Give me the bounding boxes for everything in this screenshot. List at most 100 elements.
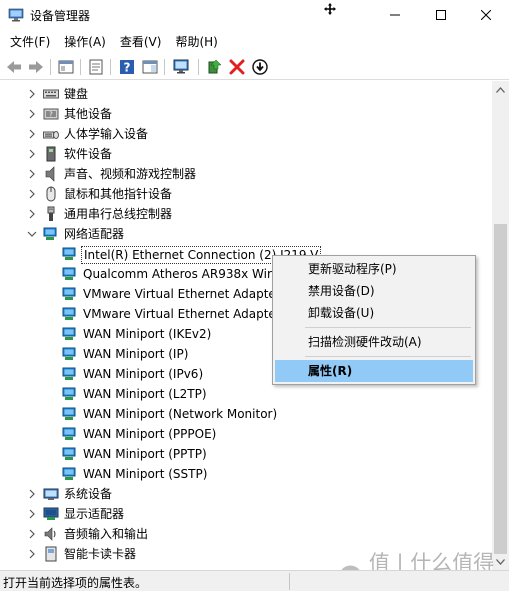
expand-chevron-icon[interactable] bbox=[27, 509, 37, 519]
tree-category-label: 网络适配器 bbox=[64, 227, 125, 241]
software-device-icon bbox=[43, 146, 59, 162]
tree-category-other-devices[interactable]: ? 其他设备 bbox=[0, 104, 492, 124]
smart-card-icon bbox=[43, 546, 59, 562]
tree-device[interactable]: WAN Miniport (PPTP) bbox=[0, 444, 492, 464]
disable-device-menu-item[interactable]: 禁用设备(D) bbox=[275, 280, 473, 302]
tree-device[interactable]: WAN Miniport (Network Monitor) bbox=[0, 404, 492, 424]
help-button[interactable]: ? bbox=[117, 57, 137, 77]
tree-category-label: 鼠标和其他指针设备 bbox=[64, 187, 173, 201]
tree-category-sound[interactable]: 声音、视频和游戏控制器 bbox=[0, 164, 492, 184]
menu-bar: 文件(F) 操作(A) 查看(V) 帮助(H) bbox=[0, 30, 509, 54]
update-driver-icon bbox=[208, 59, 222, 74]
maximize-button[interactable] bbox=[418, 0, 464, 30]
menu-view[interactable]: 查看(V) bbox=[113, 30, 169, 54]
mouse-icon bbox=[43, 186, 59, 202]
network-adapter-icon bbox=[62, 286, 78, 302]
context-menu: 更新驱动程序(P) 禁用设备(D) 卸载设备(U) 扫描检测硬件改动(A) 属性… bbox=[272, 255, 476, 385]
network-adapter-icon bbox=[62, 406, 78, 422]
tree-device-label: WAN Miniport (IP) bbox=[83, 347, 189, 361]
scan-hardware-menu-item[interactable]: 扫描检测硬件改动(A) bbox=[275, 331, 473, 353]
uninstall-device-menu-item[interactable]: 卸载设备(U) bbox=[275, 302, 473, 324]
tree-category-usb[interactable]: 通用串行总线控制器 bbox=[0, 204, 492, 224]
tree-category-label: 声音、视频和游戏控制器 bbox=[64, 167, 197, 181]
update-driver-button[interactable] bbox=[204, 57, 224, 77]
status-divider bbox=[289, 573, 290, 590]
action-pane-icon bbox=[142, 60, 158, 74]
expand-chevron-icon[interactable] bbox=[27, 89, 37, 99]
tree-category-display-adapters[interactable]: 显示适配器 bbox=[0, 504, 492, 524]
toolbar-separator bbox=[50, 59, 51, 75]
tree-device[interactable]: WAN Miniport (PPPOE) bbox=[0, 424, 492, 444]
tree-device[interactable]: WAN Miniport (L2TP) bbox=[0, 384, 492, 404]
update-driver-menu-item[interactable]: 更新驱动程序(P) bbox=[275, 258, 473, 280]
tree-device-label: WAN Miniport (Network Monitor) bbox=[83, 407, 278, 421]
expand-chevron-icon[interactable] bbox=[27, 189, 37, 199]
tree-category-label: 音频输入和输出 bbox=[64, 527, 149, 541]
menu-action[interactable]: 操作(A) bbox=[57, 30, 113, 54]
title-bar[interactable]: 设备管理器 bbox=[0, 0, 509, 30]
scroll-up-button[interactable] bbox=[492, 81, 509, 98]
tree-device-label: WAN Miniport (PPTP) bbox=[83, 447, 207, 461]
properties-sheet-icon bbox=[89, 59, 103, 75]
status-text: 打开当前选择项的属性表。 bbox=[3, 576, 148, 590]
monitor-scan-icon bbox=[173, 59, 189, 74]
tree-category-label: 其他设备 bbox=[64, 107, 113, 121]
svg-text:?: ? bbox=[49, 111, 53, 119]
tree-category-label: 人体学输入设备 bbox=[64, 127, 149, 141]
properties-menu-item[interactable]: 属性(R) bbox=[275, 360, 473, 382]
scroll-thumb[interactable] bbox=[494, 224, 507, 554]
tree-device-label: WAN Miniport (SSTP) bbox=[83, 467, 208, 481]
tree-category-mice[interactable]: 鼠标和其他指针设备 bbox=[0, 184, 492, 204]
menu-separator bbox=[305, 327, 471, 328]
scan-hardware-button[interactable] bbox=[172, 57, 192, 77]
expand-chevron-icon[interactable] bbox=[27, 169, 37, 179]
download-button[interactable] bbox=[250, 57, 270, 77]
toolbar-separator bbox=[164, 59, 165, 75]
uninstall-icon bbox=[229, 59, 245, 75]
move-cursor-icon bbox=[323, 2, 337, 16]
tree-category-system-devices[interactable]: 系统设备 bbox=[0, 484, 492, 504]
back-button[interactable] bbox=[4, 57, 24, 77]
vertical-scrollbar[interactable] bbox=[492, 81, 509, 570]
tree-category-label: 智能卡读卡器 bbox=[64, 547, 137, 561]
expand-chevron-icon[interactable] bbox=[27, 549, 37, 559]
back-icon bbox=[7, 61, 21, 73]
properties-button[interactable] bbox=[86, 57, 106, 77]
help-icon: ? bbox=[120, 60, 134, 75]
expand-chevron-icon[interactable] bbox=[27, 129, 37, 139]
tree-device[interactable]: WAN Miniport (SSTP) bbox=[0, 464, 492, 484]
audio-icon bbox=[43, 526, 59, 542]
window-title: 设备管理器 bbox=[30, 9, 91, 23]
tree-category-label: 系统设备 bbox=[64, 487, 113, 501]
expand-chevron-icon[interactable] bbox=[27, 149, 37, 159]
expand-chevron-icon[interactable] bbox=[27, 109, 37, 119]
toolbar-separator bbox=[80, 59, 81, 75]
show-hide-tree-button[interactable] bbox=[56, 57, 76, 77]
action-pane-button[interactable] bbox=[140, 57, 160, 77]
uninstall-button[interactable] bbox=[227, 57, 247, 77]
expand-chevron-icon[interactable] bbox=[27, 529, 37, 539]
tree-category-network-adapters[interactable]: 网络适配器 bbox=[0, 224, 492, 244]
tree-device-label: WAN Miniport (PPPOE) bbox=[83, 427, 217, 441]
collapse-chevron-icon[interactable] bbox=[27, 229, 37, 239]
menu-help[interactable]: 帮助(H) bbox=[168, 30, 224, 54]
menu-file[interactable]: 文件(F) bbox=[3, 30, 57, 54]
network-adapter-icon bbox=[62, 326, 78, 342]
forward-button[interactable] bbox=[26, 57, 46, 77]
expand-chevron-icon[interactable] bbox=[27, 209, 37, 219]
minimize-button[interactable] bbox=[372, 0, 418, 30]
close-button[interactable] bbox=[463, 0, 509, 30]
tree-category-audio-io[interactable]: 音频输入和输出 bbox=[0, 524, 492, 544]
tree-device-label: WAN Miniport (IKEv2) bbox=[83, 327, 212, 341]
speaker-icon bbox=[43, 166, 59, 182]
expand-chevron-icon[interactable] bbox=[27, 489, 37, 499]
tree-category-software-devices[interactable]: 软件设备 bbox=[0, 144, 492, 164]
network-adapter-icon bbox=[62, 426, 78, 442]
tree-category-label: 显示适配器 bbox=[64, 507, 125, 521]
tree-category-hid[interactable]: 人体学输入设备 bbox=[0, 124, 492, 144]
hid-icon bbox=[43, 126, 59, 142]
svg-text:?: ? bbox=[124, 61, 131, 75]
system-device-icon bbox=[43, 486, 59, 502]
menu-separator bbox=[305, 356, 471, 357]
tree-category-keyboard[interactable]: 键盘 bbox=[0, 84, 492, 104]
